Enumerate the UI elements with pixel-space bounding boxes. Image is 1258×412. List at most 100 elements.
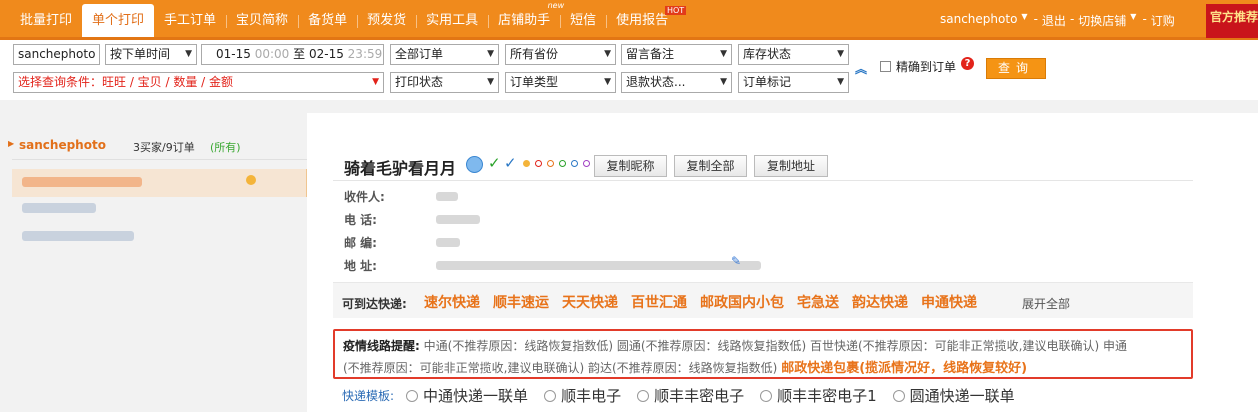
help-icon[interactable]: ? — [961, 57, 974, 70]
flag-dot-icon[interactable] — [523, 160, 530, 167]
template-option[interactable]: 顺丰丰密电子1 — [760, 385, 877, 406]
tab-tools[interactable]: 实用工具 — [416, 4, 488, 37]
tab-label: 备货单 — [308, 13, 348, 28]
template-option[interactable]: 中通快递一联单 — [406, 385, 528, 406]
time-from: 00:00 — [254, 47, 290, 61]
select-value: 打印状态 — [395, 75, 444, 89]
tab-sms[interactable]: 短信 — [560, 4, 606, 37]
remark-select[interactable]: 留言备注 ▼ — [621, 44, 732, 65]
tab-batch-print[interactable]: 批量打印 — [10, 4, 82, 37]
tab-single-print[interactable]: 单个打印 — [82, 4, 155, 37]
express-option[interactable]: 韵达快递 — [852, 292, 908, 312]
blurred-value — [436, 192, 458, 201]
chevron-down-icon: ▼ — [720, 77, 727, 87]
express-option[interactable]: 百世汇通 — [631, 292, 687, 312]
radio-button[interactable] — [637, 389, 650, 402]
tab-label: 手工订单 — [164, 13, 217, 28]
province-select[interactable]: 所有省份 ▼ — [505, 44, 616, 65]
reachable-express-bar: 可到达快递: 速尔快递 顺丰速运 天天快递 百世汇通 邮政国内小包 宅急送 韵达… — [333, 282, 1193, 318]
tab-usage-report[interactable]: 使用报告 HOT — [606, 4, 687, 37]
sort-select[interactable]: 按下单时间 ▼ — [105, 44, 197, 65]
shop-row[interactable]: ▶ sanchephoto 3买家/9订单 (所有) — [5, 138, 305, 158]
copy-all-button[interactable]: 复制全部 — [674, 155, 747, 177]
user-menu[interactable]: sanchephoto — [940, 12, 1017, 29]
wangwang-chat-icon[interactable] — [466, 156, 483, 173]
chevron-down-icon: ▼ — [837, 49, 844, 59]
buyer-list-panel: ▶ sanchephoto 3买家/9订单 (所有) — [0, 132, 308, 412]
radio-button[interactable] — [760, 389, 773, 402]
tab-stock-list[interactable]: 备货单 — [298, 4, 357, 37]
order-type-select[interactable]: 订单类型 ▼ — [505, 72, 616, 93]
stock-select[interactable]: 库存状态 ▼ — [738, 44, 849, 65]
edit-pencil-icon[interactable]: ✎ — [731, 255, 743, 267]
template-option[interactable]: 圆通快递一联单 — [892, 385, 1015, 406]
order-detail-card: 骑着毛驴看月月 ✓ ✓ 复制昵称 复制全部 复制地址 收件人: 电 话: 邮 编… — [307, 113, 1258, 412]
chevron-down-icon[interactable]: ▼ — [1021, 12, 1027, 29]
filter-panel: sanchephoto 按下单时间 ▼ 01-15 00:00 至 02-15 2… — [0, 40, 1258, 100]
select-value: 订单类型 — [510, 75, 559, 89]
list-item[interactable] — [12, 195, 308, 223]
refund-status-select[interactable]: 退款状态... ▼ — [621, 72, 732, 93]
switch-shop-link[interactable]: 切换店铺 — [1078, 12, 1126, 29]
notice-text: 中通(不推荐原因：线路恢复指数低) 圆通(不推荐原因：线路恢复指数低) 百世快递… — [423, 339, 1127, 353]
time-to: 23:59 — [347, 47, 383, 61]
select-value: 库存状态 — [743, 47, 792, 61]
logout-link[interactable]: 退出 — [1042, 12, 1066, 29]
tab-shop-assistant[interactable]: 店铺助手 new — [488, 1, 564, 37]
copy-nick-button[interactable]: 复制昵称 — [594, 155, 667, 177]
flag-dot-icon[interactable] — [535, 160, 542, 167]
collapse-double-up-icon[interactable]: ︽ — [855, 60, 867, 77]
epidemic-route-notice: 疫情线路提醒: 中通(不推荐原因：线路恢复指数低) 圆通(不推荐原因：线路恢复指… — [333, 329, 1193, 379]
chevron-down-icon: ▼ — [372, 77, 379, 87]
subscribe-link[interactable]: 订购 — [1151, 12, 1175, 29]
option-label: 顺丰电子 — [561, 387, 622, 405]
query-button[interactable]: 查询 — [986, 58, 1046, 79]
chevron-down-icon[interactable]: ▼ — [1130, 12, 1136, 29]
flag-dot-icon[interactable] — [571, 160, 578, 167]
chevron-down-icon: ▼ — [720, 49, 727, 59]
express-option[interactable]: 天天快递 — [562, 292, 618, 312]
template-option[interactable]: 顺丰电子 — [544, 385, 621, 406]
order-scope-select[interactable]: 全部订单 ▼ — [390, 44, 499, 65]
all-filter-link[interactable]: (所有) — [210, 139, 241, 155]
express-option[interactable]: 顺丰速运 — [493, 292, 549, 312]
notice-title: 疫情线路提醒: — [343, 339, 420, 353]
express-option[interactable]: 邮政国内小包 — [700, 292, 784, 312]
flag-dot-icon[interactable] — [559, 160, 566, 167]
tab-manual-order[interactable]: 手工订单 — [154, 4, 226, 37]
express-option[interactable]: 速尔快递 — [424, 292, 480, 312]
date-range-input[interactable]: 01-15 00:00 至 02-15 23:59 — [201, 44, 384, 65]
tab-item-alias[interactable]: 宝贝简称 — [226, 4, 298, 37]
query-condition-select[interactable]: 选择查询条件：旺旺 / 宝贝 / 数量 / 金额 ▼ — [13, 72, 384, 93]
blurred-value — [436, 261, 761, 270]
order-flag-select[interactable]: 订单标记 ▼ — [738, 72, 849, 93]
list-item[interactable] — [12, 169, 308, 197]
tab-pre-ship[interactable]: 预发货 — [357, 4, 416, 37]
radio-button[interactable] — [544, 389, 557, 402]
express-option[interactable]: 申通快递 — [921, 292, 977, 312]
divider — [333, 180, 1193, 181]
print-status-select[interactable]: 打印状态 ▼ — [390, 72, 499, 93]
divider — [12, 159, 308, 160]
flag-dot-icon[interactable] — [547, 160, 554, 167]
expand-all-link[interactable]: 展开全部 — [1022, 295, 1070, 312]
express-option[interactable]: 宅急送 — [797, 292, 839, 312]
blurred-buyer-name — [22, 231, 134, 241]
template-option[interactable]: 顺丰丰密电子 — [637, 385, 744, 406]
radio-button[interactable] — [892, 389, 905, 402]
official-recommend-banner[interactable]: 官方推荐 — [1206, 4, 1258, 38]
list-item[interactable] — [12, 223, 308, 251]
copy-address-button[interactable]: 复制地址 — [754, 155, 828, 177]
select-value: 订单标记 — [743, 75, 792, 89]
select-value: 全部订单 — [395, 47, 444, 61]
shop-select[interactable]: sanchephoto — [13, 44, 100, 65]
exact-match-checkbox[interactable] — [880, 61, 891, 72]
field-label: 地 址: — [344, 259, 377, 273]
user-bar: sanchephoto ▼ - 退出 - 切换店铺 ▼ - 订购 — [940, 12, 1175, 29]
chevron-down-icon: ▼ — [487, 77, 494, 87]
radio-button[interactable] — [406, 389, 419, 402]
tab-label: 预发货 — [367, 13, 407, 28]
date-from: 01-15 — [216, 47, 251, 61]
flag-dot-icon[interactable] — [583, 160, 590, 167]
express-label: 可到达快递: — [342, 297, 407, 311]
